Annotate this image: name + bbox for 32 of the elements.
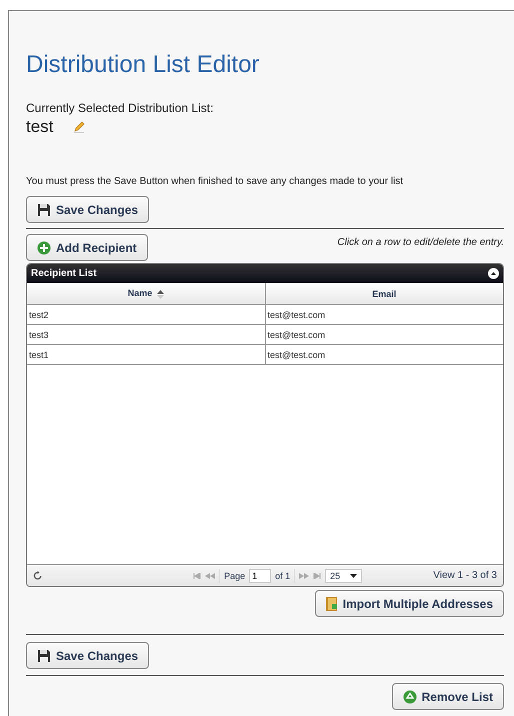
- sort-icon: [156, 290, 164, 299]
- page-count: of 1: [275, 570, 290, 580]
- save-notice: You must press the Save Button when finished to save any changes made to your list: [26, 176, 404, 187]
- dropdown-caret-icon: [350, 574, 358, 578]
- refresh-icon[interactable]: [33, 570, 42, 580]
- collapse-icon[interactable]: [488, 268, 499, 279]
- first-page-icon[interactable]: [193, 572, 202, 578]
- grid-caption: Recipient List: [31, 268, 97, 279]
- record-count: View 1 - 3 of 3: [433, 570, 497, 581]
- save-changes-button[interactable]: Save Changes: [26, 196, 150, 223]
- column-header[interactable]: Email: [265, 283, 503, 304]
- save-changes-button[interactable]: Save Changes: [26, 642, 150, 669]
- current-list-label: Currently Selected Distribution List:: [26, 101, 214, 115]
- add-recipient-button[interactable]: Add Recipient: [26, 234, 148, 261]
- import-addresses-button[interactable]: Import Multiple Addresses: [314, 590, 504, 617]
- page-input[interactable]: 1: [249, 568, 272, 582]
- table-cell: test1: [27, 344, 265, 364]
- table-cell: test2: [27, 304, 265, 324]
- row-edit-hint: Click on a row to edit/delete the entry.: [337, 237, 504, 248]
- current-list-name: test: [26, 117, 54, 137]
- address-book-icon: [326, 596, 338, 610]
- remove-list-button[interactable]: Remove List: [392, 683, 504, 710]
- page-title: Distribution List Editor: [26, 51, 260, 79]
- next-page-icon[interactable]: [299, 572, 310, 578]
- last-page-icon[interactable]: [313, 572, 322, 578]
- page-size-select[interactable]: 25: [325, 568, 362, 582]
- pencil-icon[interactable]: [73, 121, 86, 133]
- page-label: Page: [224, 570, 246, 580]
- previous-page-icon[interactable]: [205, 572, 216, 578]
- table-cell: test3: [27, 324, 265, 344]
- column-header[interactable]: Name: [27, 283, 265, 304]
- add-icon: [37, 240, 51, 254]
